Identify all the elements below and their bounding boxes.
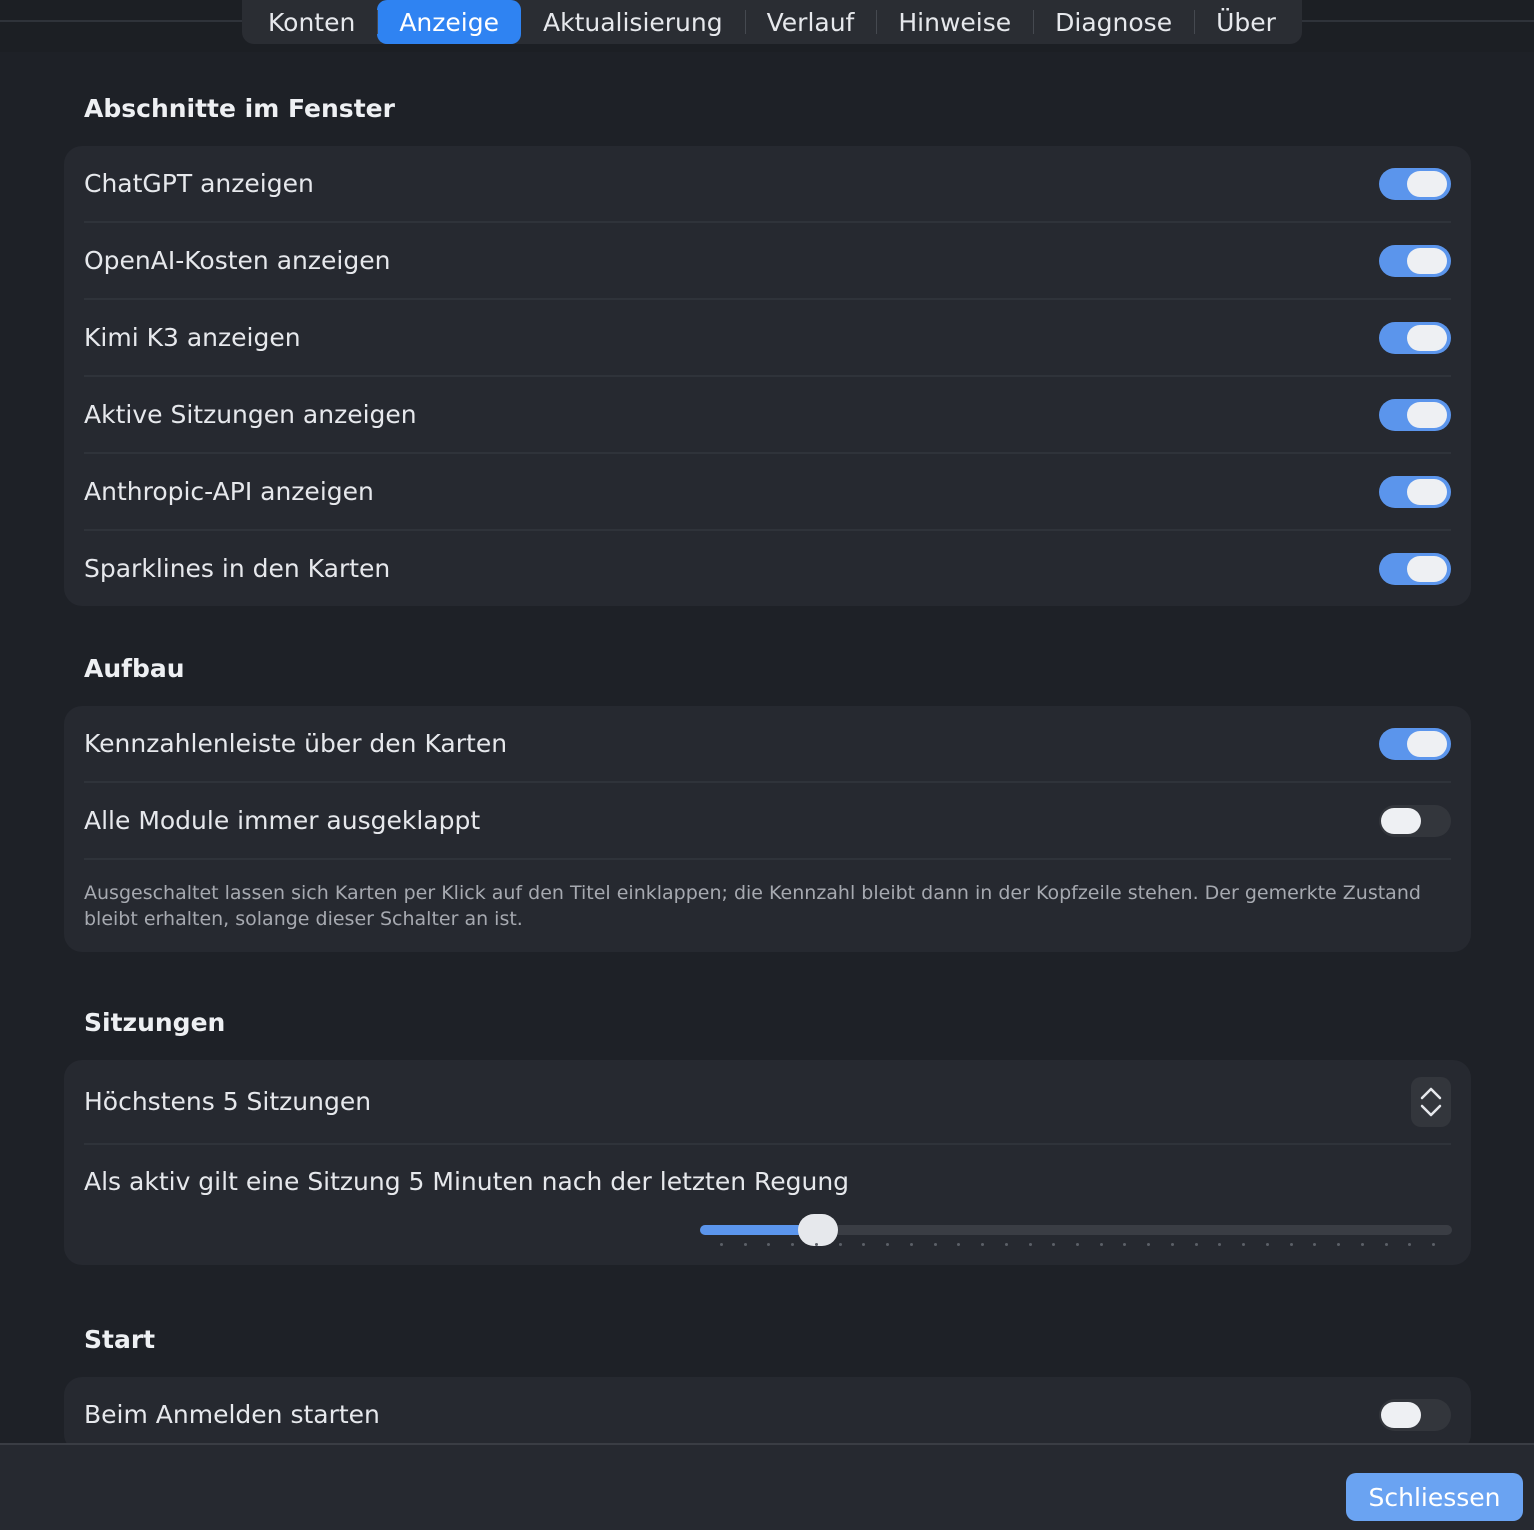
card-aufbau: Kennzahlenleiste über den Karten Alle Mo… [64, 706, 1471, 952]
slider-tick [1337, 1243, 1341, 1246]
card-sitzungen: Höchstens 5 Sitzungen Als aktiv gilt ein… [64, 1060, 1471, 1265]
slider-tick [981, 1243, 985, 1246]
setting-label: Kennzahlenleiste über den Karten [84, 729, 508, 758]
slider-tick [862, 1243, 866, 1246]
setting-row-kimi: Kimi K3 anzeigen [84, 298, 1451, 375]
slider-ticks [700, 1243, 1452, 1247]
slider-tick [720, 1243, 723, 1246]
toggle-sparklines[interactable] [1379, 552, 1451, 585]
slider-tick [957, 1243, 961, 1246]
close-button[interactable]: Schliessen [1346, 1473, 1523, 1521]
chevron-down-icon[interactable] [1419, 1102, 1443, 1120]
slider-tick [1052, 1243, 1056, 1246]
toggle-kennzahlenleiste[interactable] [1379, 727, 1451, 760]
tab-hinweise[interactable]: Hinweise [876, 0, 1033, 44]
toggle-beim-anmelden[interactable] [1379, 1398, 1451, 1431]
setting-row-openai-kosten: OpenAI-Kosten anzeigen [84, 221, 1451, 298]
toggle-knob [1407, 555, 1447, 582]
tab-aktualisierung[interactable]: Aktualisierung [521, 0, 745, 44]
section-title-start: Start [84, 1325, 156, 1354]
setting-label: Anthropic-API anzeigen [84, 477, 374, 506]
tab-anzeige[interactable]: Anzeige [377, 0, 521, 44]
toggle-chatgpt[interactable] [1379, 167, 1451, 200]
slider-tick [1360, 1243, 1364, 1246]
setting-label: Als aktiv gilt eine Sitzung 5 Minuten na… [84, 1167, 850, 1196]
setting-row-aktive-sitzungen: Aktive Sitzungen anzeigen [84, 375, 1451, 452]
slider-tick [1242, 1243, 1246, 1246]
card-start: Beim Anmelden starten [64, 1377, 1471, 1452]
slider-tick [1028, 1243, 1032, 1246]
slider-tick [933, 1243, 937, 1246]
section-title-aufbau: Aufbau [84, 654, 185, 683]
chevron-up-icon[interactable] [1419, 1084, 1443, 1102]
toggle-aktive-sitzungen[interactable] [1379, 398, 1451, 431]
tab-diagnose[interactable]: Diagnose [1033, 0, 1194, 44]
slider-tick [767, 1243, 771, 1246]
toggle-kimi[interactable] [1379, 321, 1451, 354]
slider-tick [1432, 1243, 1435, 1246]
setting-label: Beim Anmelden starten [84, 1400, 380, 1429]
card-fenster: ChatGPT anzeigen OpenAI-Kosten anzeigen … [64, 146, 1471, 606]
slider-tick [1076, 1243, 1079, 1246]
toggle-knob [1407, 247, 1447, 274]
slider-tick [1004, 1243, 1008, 1246]
slider-tick [1289, 1243, 1293, 1246]
setting-row-sparklines: Sparklines in den Karten [84, 529, 1451, 606]
slider-tick [1123, 1243, 1127, 1246]
setting-row-anthropic-api: Anthropic-API anzeigen [84, 452, 1451, 529]
setting-label: ChatGPT anzeigen [84, 169, 314, 198]
toggle-knob [1407, 730, 1447, 757]
slider-tick [1099, 1243, 1103, 1246]
slider-tick [1218, 1243, 1222, 1246]
slider-tick [814, 1243, 818, 1246]
toggle-knob [1407, 170, 1447, 197]
setting-row-beim-anmelden: Beim Anmelden starten [84, 1377, 1451, 1452]
toggle-knob [1407, 401, 1447, 428]
slider-tick [838, 1243, 842, 1246]
setting-row-aktiv-dauer: Als aktiv gilt eine Sitzung 5 Minuten na… [84, 1143, 1452, 1265]
tab-verlauf[interactable]: Verlauf [744, 0, 877, 44]
toggle-knob [1381, 807, 1421, 834]
footer-bar: Schliessen [0, 1443, 1534, 1530]
setting-label: Aktive Sitzungen anzeigen [84, 400, 417, 429]
setting-label: OpenAI-Kosten anzeigen [84, 246, 391, 275]
toggle-openai-kosten[interactable] [1379, 244, 1451, 277]
toggle-knob [1381, 1401, 1421, 1428]
setting-row-kennzahlenleiste: Kennzahlenleiste über den Karten [84, 706, 1451, 781]
tab-ueber[interactable]: Über [1194, 0, 1298, 44]
slider-tick [1408, 1243, 1412, 1246]
setting-row-max-sitzungen: Höchstens 5 Sitzungen [84, 1060, 1451, 1143]
setting-label: Kimi K3 anzeigen [84, 323, 301, 352]
slider-tick [909, 1243, 913, 1246]
slider-tick [1384, 1243, 1388, 1246]
slider-tick [1313, 1243, 1317, 1246]
tab-konten[interactable]: Konten [246, 0, 377, 44]
slider-tick [743, 1243, 747, 1246]
toggle-anthropic-api[interactable] [1379, 475, 1451, 508]
setting-row-chatgpt: ChatGPT anzeigen [84, 146, 1451, 221]
toggle-knob [1407, 324, 1447, 351]
max-sessions-stepper[interactable] [1411, 1076, 1451, 1127]
toggle-knob [1407, 478, 1447, 505]
slider-tick [1194, 1243, 1198, 1246]
activity-slider[interactable] [700, 1214, 1452, 1246]
slider-tick [1170, 1243, 1174, 1246]
setting-row-module-ausgeklappt: Alle Module immer ausgeklappt [84, 781, 1451, 858]
setting-label: Alle Module immer ausgeklappt [84, 806, 481, 835]
slider-thumb[interactable] [798, 1214, 839, 1246]
hint-text: Ausgeschaltet lassen sich Karten per Kli… [84, 858, 1451, 952]
toggle-module-ausgeklappt[interactable] [1379, 804, 1451, 837]
slider-tick [886, 1243, 890, 1246]
section-title-fenster: Abschnitte im Fenster [84, 94, 395, 123]
slider-tick [791, 1243, 795, 1246]
setting-label: Sparklines in den Karten [84, 554, 391, 583]
setting-label: Höchstens 5 Sitzungen [84, 1087, 372, 1116]
section-title-sitzungen: Sitzungen [84, 1008, 226, 1037]
tab-bar: Konten Anzeige Aktualisierung Verlauf Hi… [242, 0, 1302, 44]
slider-tick [1147, 1243, 1151, 1246]
slider-tick [1265, 1243, 1269, 1246]
